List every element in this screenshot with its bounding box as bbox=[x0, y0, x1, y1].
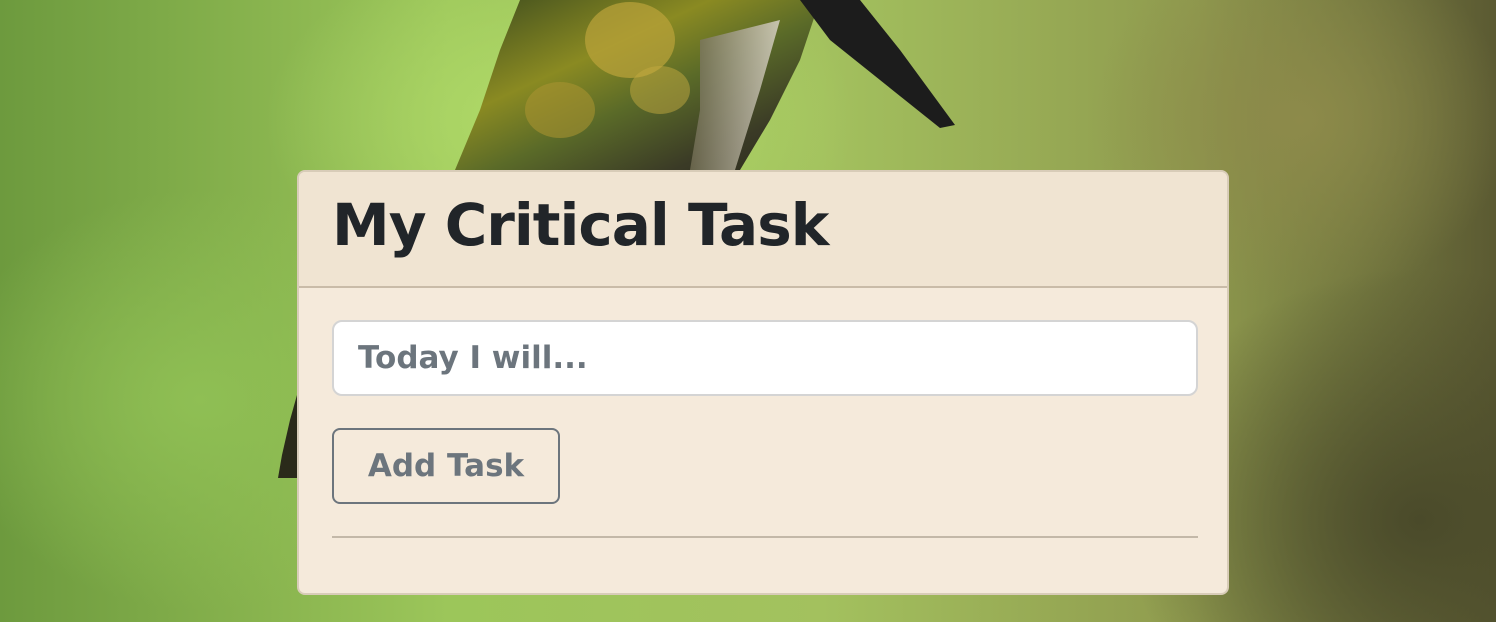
task-input[interactable] bbox=[332, 320, 1198, 396]
divider bbox=[332, 536, 1198, 538]
page-title: My Critical Task bbox=[332, 191, 829, 259]
add-task-button[interactable]: Add Task bbox=[332, 428, 560, 504]
card-body: Add Task bbox=[299, 288, 1227, 538]
card-header: My Critical Task bbox=[299, 172, 1227, 288]
task-card: My Critical Task Add Task bbox=[297, 170, 1229, 595]
